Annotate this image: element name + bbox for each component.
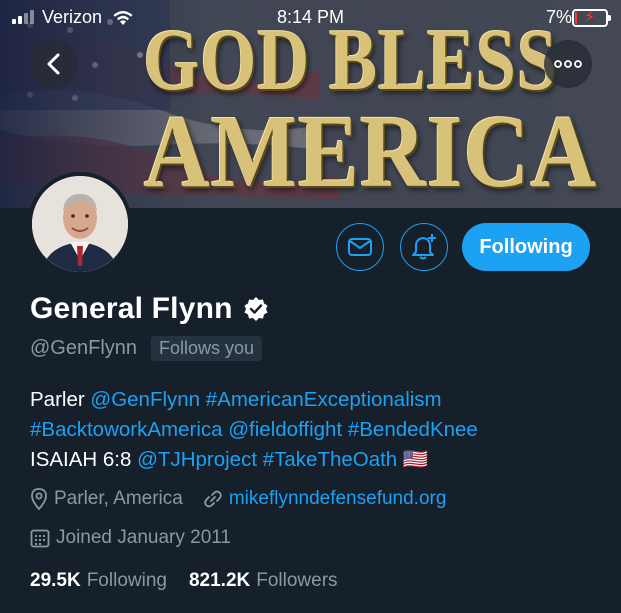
bio-line-3: ISAIAH 6:8 @TJHproject #TakeTheOath 🇺🇸 <box>30 448 429 471</box>
location-icon <box>31 488 47 510</box>
profile-meta-row: Parler, America mikeflynndefensefund.org <box>30 488 466 510</box>
bio-hashtag-bendedknee[interactable]: #BendedKnee <box>348 418 478 441</box>
more-icon <box>554 60 582 68</box>
following-count: 29.5K <box>30 570 81 591</box>
bio-line-1: Parler @GenFlynn #AmericanExceptionalism <box>30 388 442 411</box>
back-button[interactable] <box>30 40 78 88</box>
profile-website[interactable]: mikeflynndefensefund.org <box>203 488 447 510</box>
bell-plus-icon <box>412 234 436 260</box>
profile-bio: Parler @GenFlynn #AmericanExceptionalism… <box>30 385 600 475</box>
us-flag-emoji: 🇺🇸 <box>402 448 429 471</box>
bio-hashtag-backtoworkamerica[interactable]: #BacktoworkAmerica <box>30 418 223 441</box>
message-button[interactable] <box>336 223 384 271</box>
following-label: Following <box>86 570 167 591</box>
profile-joined: Joined January 2011 <box>30 527 231 549</box>
bio-mention-tjhproject[interactable]: @TJHproject <box>137 448 257 471</box>
calendar-icon <box>30 529 50 548</box>
profile-name-row: General Flynn <box>30 292 269 326</box>
profile-handle: @GenFlynn <box>30 337 138 359</box>
profile-handle-row: @GenFlynn Follows you <box>30 336 263 361</box>
followers-count: 821.2K <box>188 570 251 591</box>
followers-label: Followers <box>256 570 338 591</box>
joined-text: Joined January 2011 <box>56 527 231 548</box>
link-icon <box>204 490 222 508</box>
bio-hashtag-taketheoath[interactable]: #TakeTheOath <box>263 448 397 471</box>
verified-icon <box>244 297 268 321</box>
profile-location: Parler, America <box>30 488 183 510</box>
status-bar: Verizon 8:14 PM 7% ⚡ <box>0 0 621 36</box>
avatar[interactable] <box>28 172 132 276</box>
profile-joined-row: Joined January 2011 <box>30 527 251 549</box>
banner-text-line2: AMERICA <box>143 94 598 208</box>
location-text: Parler, America <box>54 488 183 509</box>
bio-hashtag-americanexceptionalism[interactable]: #AmericanExceptionalism <box>206 388 442 411</box>
charging-bolt-icon: ⚡ <box>584 9 596 26</box>
notifications-button[interactable] <box>400 223 448 271</box>
battery-icon: ⚡ <box>572 9 611 27</box>
status-time: 8:14 PM <box>276 7 345 27</box>
more-options-button[interactable] <box>544 40 592 88</box>
following-stat[interactable]: 29.5K Following <box>30 570 189 592</box>
battery-percent: 7% <box>546 7 573 27</box>
followers-stat[interactable]: 821.2K Followers <box>189 570 360 592</box>
back-icon <box>47 53 60 75</box>
profile-stats: 29.5K Following 821.2K Followers <box>30 570 360 592</box>
website-link[interactable]: mikeflynndefensefund.org <box>229 488 447 510</box>
bio-mention-fieldoffight[interactable]: @fieldoffight <box>228 418 342 441</box>
follows-you-badge: Follows you <box>151 336 263 361</box>
bio-mention-genflynn[interactable]: @GenFlynn <box>90 388 200 411</box>
bio-line-2: #BacktoworkAmerica @fieldoffight #Bended… <box>30 415 600 445</box>
profile-name: General Flynn <box>30 292 233 325</box>
mail-icon <box>348 238 372 256</box>
battery-level <box>575 12 577 24</box>
following-button[interactable]: Following <box>462 223 590 271</box>
avatar-photo <box>32 176 128 272</box>
